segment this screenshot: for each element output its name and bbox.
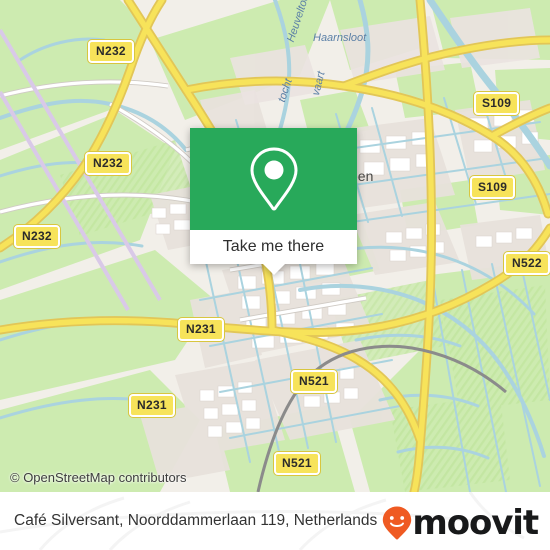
callout-tail [262, 264, 285, 275]
footer-bar: Café Silversant, Noorddammerlaan 119, Ne… [0, 492, 550, 550]
take-me-there-callout[interactable]: Take me there [190, 128, 357, 275]
road-shield-n232[interactable]: N232 [88, 40, 134, 63]
map-pin-icon [249, 147, 298, 211]
road-shield-s109[interactable]: S109 [470, 176, 516, 199]
callout-header [190, 128, 357, 230]
road-shield-n522[interactable]: N522 [504, 252, 550, 275]
moovit-logo[interactable]: moovit [382, 503, 539, 543]
moovit-smiley-pin-icon [383, 506, 412, 540]
road-shield-n521[interactable]: N521 [291, 370, 337, 393]
location-caption: Café Silversant, Noorddammerlaan 119, Ne… [14, 512, 378, 529]
callout-action-bar[interactable]: Take me there [190, 230, 357, 264]
osm-attribution[interactable]: © OpenStreetMap contributors [10, 470, 187, 485]
moovit-map-screenshot: Haarnsloot Heuveltocht tocht vaart een N… [0, 0, 550, 550]
road-shield-s109[interactable]: S109 [474, 92, 520, 115]
moovit-wordmark: moovit [412, 503, 539, 543]
road-shield-n232[interactable]: N232 [14, 225, 60, 248]
callout-label: Take me there [222, 238, 325, 255]
road-shield-n231[interactable]: N231 [178, 318, 224, 341]
road-shield-n232[interactable]: N232 [85, 152, 131, 175]
road-shield-n231[interactable]: N231 [129, 394, 175, 417]
road-shield-n521[interactable]: N521 [274, 452, 320, 475]
